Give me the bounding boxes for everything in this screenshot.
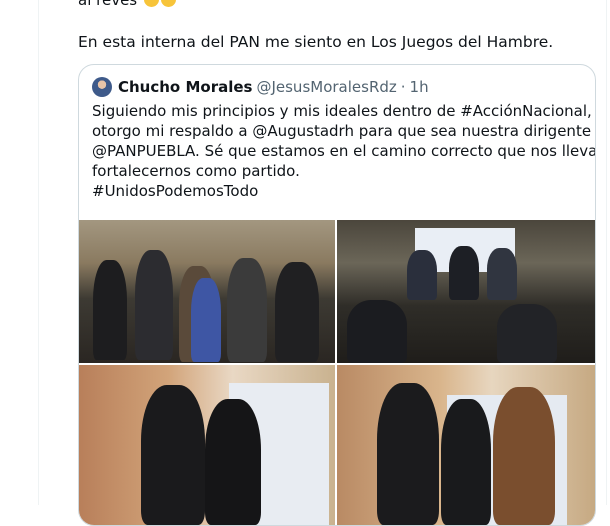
figure-shape bbox=[191, 278, 221, 362]
quoted-text-line: Siguiendo mis principios y mis ideales d… bbox=[92, 102, 592, 120]
timeline-divider-right bbox=[606, 0, 607, 505]
media-grid bbox=[79, 220, 595, 525]
photo-pair-portrait-2[interactable] bbox=[337, 365, 595, 525]
tweet-text: En esta interna del PAN me siento en Los… bbox=[78, 33, 554, 51]
quoted-tweet-card[interactable]: Chucho Morales @JesusMoralesRdz · 1h Sig… bbox=[78, 64, 596, 526]
quoted-tweet-text: Siguiendo mis principios y mis ideales d… bbox=[92, 101, 596, 201]
separator-dot: · bbox=[400, 78, 406, 96]
photo-pair-portrait-1[interactable] bbox=[79, 365, 335, 525]
sad-face-emoji-icon bbox=[143, 0, 159, 7]
photo-rally-crowd[interactable] bbox=[79, 220, 335, 363]
author-name[interactable]: Chucho Morales bbox=[118, 78, 252, 96]
timestamp[interactable]: 1h bbox=[410, 78, 429, 96]
figure-shape bbox=[487, 248, 517, 300]
figure-shape bbox=[407, 250, 437, 300]
figure-shape bbox=[93, 260, 127, 360]
timeline-divider bbox=[38, 0, 39, 505]
quoted-text-line: fortalecernos como partido. bbox=[92, 162, 300, 180]
figure-shape bbox=[377, 383, 439, 525]
figure-shape bbox=[493, 387, 555, 525]
figure-shape bbox=[141, 385, 205, 525]
figure-shape bbox=[347, 300, 407, 363]
figure-shape bbox=[135, 250, 173, 360]
photo-event-audience[interactable] bbox=[337, 220, 595, 363]
figure-shape bbox=[449, 246, 479, 300]
figure-shape bbox=[497, 304, 557, 363]
figure-shape bbox=[275, 262, 319, 362]
avatar[interactable] bbox=[92, 77, 112, 97]
quoted-text-line: @PANPUEBLA. Sé que estamos en el camino … bbox=[92, 142, 596, 160]
quoted-tweet-header: Chucho Morales @JesusMoralesRdz · 1h bbox=[92, 77, 429, 97]
figure-shape bbox=[441, 399, 491, 525]
quoted-text-line: #UnidosPodemosTodo bbox=[92, 182, 259, 200]
figure-shape bbox=[227, 258, 267, 362]
tweet-text-fragment: al revés bbox=[78, 0, 138, 9]
quoted-text-line: otorgo mi respaldo a @Augustadrh para qu… bbox=[92, 122, 596, 140]
author-handle[interactable]: @JesusMoralesRdz bbox=[256, 78, 396, 96]
figure-shape bbox=[205, 399, 261, 525]
tweet-text-previous-line: al revés bbox=[78, 0, 176, 10]
hand-emoji-icon bbox=[160, 0, 176, 7]
